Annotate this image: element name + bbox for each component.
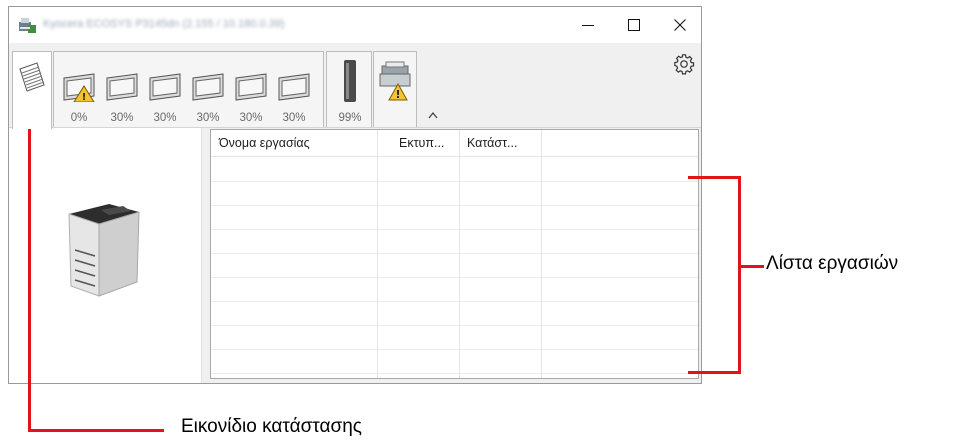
job-list-header: Όνομα εργασίας Εκτυπ... Κατάστ... [211, 130, 698, 157]
minimize-icon [582, 25, 594, 26]
paper-tray-icon [235, 73, 267, 101]
tab-device[interactable]: ! [373, 51, 417, 127]
table-row[interactable] [211, 181, 698, 182]
table-row[interactable] [211, 277, 698, 278]
job-list-leader [740, 265, 764, 268]
paper-tray-warning-icon: ! [63, 73, 95, 102]
table-row[interactable] [211, 229, 698, 230]
table-row[interactable] [211, 373, 698, 374]
window-title: Kyocera ECOSYS P3145dn (2.155 / 10.180.0… [43, 18, 285, 30]
device-warning-icon: ! [379, 61, 411, 101]
status-icon-label: Εικονίδιο κατάστασης [181, 416, 362, 437]
status-icon-panel [9, 128, 201, 383]
tab-print-jobs[interactable] [12, 51, 52, 129]
tray-level: 30% [153, 112, 177, 124]
tray-level: 30% [196, 112, 220, 124]
status-monitor-window: Kyocera ECOSYS P3145dn (2.155 / 10.180.0… [8, 6, 702, 384]
collapse-toolbar-icon[interactable] [428, 111, 438, 119]
table-row[interactable] [211, 349, 698, 350]
tab-paper-trays[interactable]: ! 0% 30% 30% 30% 30% 30% [53, 51, 324, 127]
column-print[interactable]: Εκτυπ... [377, 130, 459, 156]
status-toolbar: ! 0% 30% 30% 30% 30% 30% 99% ! [9, 43, 701, 129]
paper-tray-icon [192, 73, 224, 101]
job-list-bracket-vertical [738, 176, 741, 374]
job-list-label: Λίστα εργασιών [766, 253, 899, 274]
job-list[interactable]: Όνομα εργασίας Εκτυπ... Κατάστ... [210, 129, 699, 379]
maximize-button[interactable] [611, 7, 657, 43]
column-status[interactable]: Κατάστ... [459, 130, 541, 156]
status-icon-leader-vertical [28, 98, 31, 432]
tray-level: 30% [239, 112, 263, 124]
toner-cartridge-icon [344, 60, 356, 102]
close-icon [674, 19, 686, 31]
tray-level: 0% [70, 112, 88, 124]
status-icon-leader-horizontal [28, 429, 164, 432]
paper-tray-icon [149, 73, 181, 101]
job-list-bracket-top [688, 176, 740, 179]
panel-splitter[interactable] [201, 128, 208, 383]
paper-tray-icon [106, 73, 138, 101]
table-row[interactable] [211, 301, 698, 302]
column-divider [377, 130, 378, 378]
minimize-button[interactable] [565, 7, 611, 43]
svg-text:!: ! [395, 88, 400, 101]
settings-gear-icon[interactable] [673, 53, 695, 75]
tray-level: 30% [110, 112, 134, 124]
svg-text:!: ! [82, 92, 87, 102]
maximize-icon [628, 19, 640, 31]
table-row[interactable] [211, 253, 698, 254]
tab-toner[interactable]: 99% [326, 51, 372, 127]
table-row[interactable] [211, 325, 698, 326]
table-row[interactable] [211, 205, 698, 206]
close-button[interactable] [657, 7, 703, 43]
column-divider [541, 130, 542, 378]
toner-level: 99% [338, 112, 362, 124]
paper-tray-icon [278, 73, 310, 101]
column-divider [459, 130, 460, 378]
document-stack-icon [19, 62, 45, 92]
title-bar[interactable]: Kyocera ECOSYS P3145dn (2.155 / 10.180.0… [9, 7, 701, 43]
job-list-bracket-bottom [688, 371, 740, 374]
printer-app-icon [19, 18, 36, 33]
column-job-name[interactable]: Όνομα εργασίας [211, 130, 377, 156]
printer-status-icon [68, 204, 140, 297]
tray-level: 30% [282, 112, 306, 124]
